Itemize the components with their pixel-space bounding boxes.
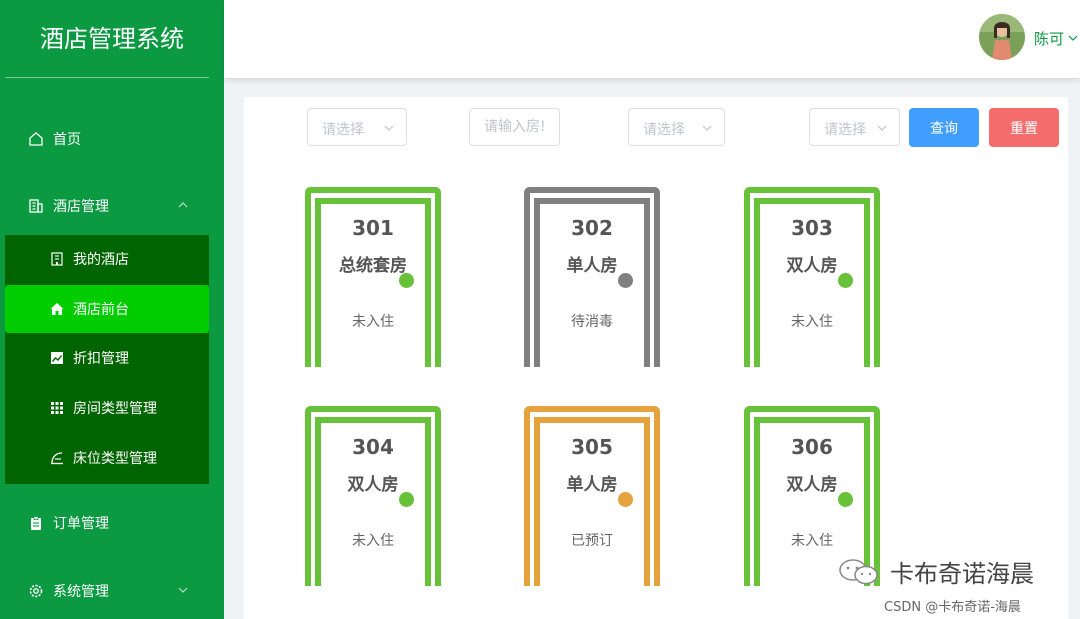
room-status: 已预订 xyxy=(571,533,613,549)
avatar-photo xyxy=(979,14,1025,60)
room-type: 双人房 xyxy=(786,475,838,495)
top-header: 陈可 xyxy=(224,0,1080,78)
room-status: 待消毒 xyxy=(571,314,613,330)
room-card-303[interactable]: 303 双人房 未入住 xyxy=(744,187,880,367)
door-knob xyxy=(399,492,414,507)
sidebar-item-home[interactable]: 首页 xyxy=(0,114,224,164)
home-icon xyxy=(50,303,64,315)
csdn-watermark: CSDN @卡布奇诺-海晨 xyxy=(884,600,1021,615)
sidebar-item-orders[interactable]: 订单管理 xyxy=(0,498,224,548)
submenu-item-label: 我的酒店 xyxy=(73,252,129,268)
submenu-item-discount[interactable]: 折扣管理 xyxy=(5,334,209,382)
sidebar-item-hotel-management[interactable]: 酒店管理 xyxy=(0,181,224,231)
sidebar-item-label: 订单管理 xyxy=(53,516,109,532)
username[interactable]: 陈可 xyxy=(1034,28,1064,49)
bed-icon xyxy=(51,452,63,465)
chevron-down-icon xyxy=(178,587,188,593)
watermark-text: 卡布奇诺海晨 xyxy=(890,560,1034,588)
building-outline-icon xyxy=(51,252,63,266)
main-content: 请选择 请选择 请选择 查询 重置 301 总统套房 未入住 302 xyxy=(244,97,1068,619)
chevron-down-icon xyxy=(877,125,887,131)
door-frame xyxy=(524,406,660,586)
submenu-item-room-type[interactable]: 房间类型管理 xyxy=(5,384,209,432)
room-status: 未入住 xyxy=(352,314,394,330)
select-placeholder: 请选择 xyxy=(322,122,364,138)
submenu-item-label: 折扣管理 xyxy=(73,351,129,367)
room-number: 301 xyxy=(352,216,394,240)
submenu-item-label: 酒店前台 xyxy=(73,302,129,318)
room-type: 双人房 xyxy=(786,256,838,276)
room-card-302[interactable]: 302 单人房 待消毒 xyxy=(524,187,660,367)
room-number: 302 xyxy=(571,216,613,240)
select-placeholder: 请选择 xyxy=(643,122,685,138)
room-type: 总统套房 xyxy=(339,256,407,276)
door-knob xyxy=(618,492,633,507)
room-status: 未入住 xyxy=(791,314,833,330)
select-placeholder: 请选择 xyxy=(824,122,866,138)
door-knob xyxy=(399,273,414,288)
sidebar-item-label: 首页 xyxy=(53,132,81,148)
chevron-down-icon xyxy=(384,125,394,131)
query-button[interactable]: 查询 xyxy=(909,108,979,147)
sidebar-item-system[interactable]: 系统管理 xyxy=(0,566,224,616)
grid-icon xyxy=(51,402,63,414)
sidebar-item-label: 系统管理 xyxy=(53,584,109,600)
wechat-icon xyxy=(839,559,878,585)
door-frame xyxy=(305,187,441,367)
trend-chart-icon xyxy=(51,352,63,364)
door-knob xyxy=(618,273,633,288)
clipboard-icon xyxy=(31,516,41,530)
room-card-301[interactable]: 301 总统套房 未入住 xyxy=(305,187,441,367)
room-number: 304 xyxy=(352,435,394,459)
hotel-submenu: 我的酒店 酒店前台 折扣管理 房间类型管理 床位类型管理 xyxy=(5,235,209,484)
room-type: 双人房 xyxy=(347,475,399,495)
room-number-input[interactable] xyxy=(469,108,560,146)
home-outline-icon xyxy=(29,132,43,146)
building-icon xyxy=(29,199,43,213)
sidebar-item-label: 酒店管理 xyxy=(53,199,109,215)
room-card-305[interactable]: 305 单人房 已预订 xyxy=(524,406,660,586)
sidebar: 酒店管理系统 首页 酒店管理 我的酒店 酒店前台 折扣管理 房间类型管理 床位类… xyxy=(0,0,224,619)
submenu-item-label: 房间类型管理 xyxy=(73,401,157,417)
app-title: 酒店管理系统 xyxy=(40,25,184,53)
gear-icon xyxy=(29,584,43,598)
filter-select-3[interactable]: 请选择 xyxy=(809,108,900,146)
chevron-up-icon xyxy=(178,202,188,208)
room-card-304[interactable]: 304 双人房 未入住 xyxy=(305,406,441,586)
door-knob xyxy=(838,492,853,507)
door-frame xyxy=(524,187,660,367)
room-status: 未入住 xyxy=(791,533,833,549)
room-number: 303 xyxy=(791,216,833,240)
submenu-item-label: 床位类型管理 xyxy=(73,451,157,467)
room-type: 单人房 xyxy=(566,256,618,276)
reset-button[interactable]: 重置 xyxy=(989,108,1059,147)
room-number: 306 xyxy=(791,435,833,459)
submenu-item-bed-type[interactable]: 床位类型管理 xyxy=(5,434,209,482)
chevron-down-icon xyxy=(702,125,712,131)
sidebar-divider xyxy=(5,77,209,78)
room-status: 未入住 xyxy=(352,533,394,549)
chevron-down-icon[interactable] xyxy=(1068,33,1078,43)
door-frame xyxy=(744,187,880,367)
room-type: 单人房 xyxy=(566,475,618,495)
door-frame xyxy=(305,406,441,586)
filter-select-1[interactable]: 请选择 xyxy=(307,108,407,146)
filter-select-2[interactable]: 请选择 xyxy=(628,108,725,146)
door-knob xyxy=(838,273,853,288)
submenu-item-front-desk[interactable]: 酒店前台 xyxy=(5,285,209,333)
avatar[interactable] xyxy=(979,14,1025,60)
submenu-item-my-hotel[interactable]: 我的酒店 xyxy=(5,235,209,283)
room-number: 305 xyxy=(571,435,613,459)
